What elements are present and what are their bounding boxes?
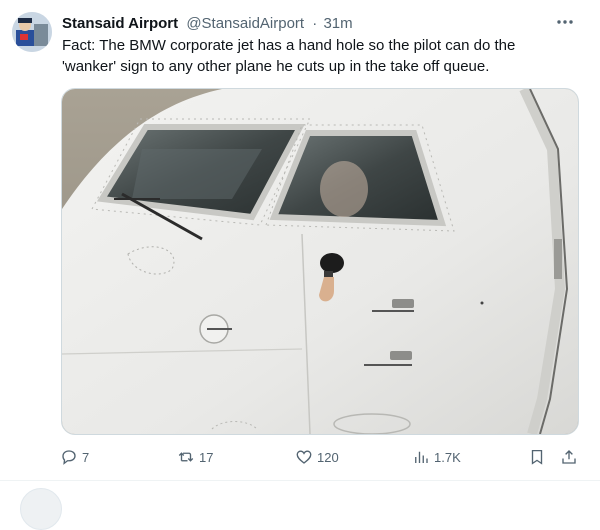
tweet-header: Stansaid Airport @StansaidAirport · 31m — [62, 13, 560, 35]
tweet-text: Fact: The BMW corporate jet has a hand h… — [62, 37, 516, 75]
timestamp[interactable]: 31m — [323, 15, 352, 32]
share-button[interactable] — [560, 446, 578, 468]
heart-icon — [296, 450, 312, 464]
tweet-actions: 7 17 120 1.7K — [60, 446, 582, 468]
display-name[interactable]: Stansaid Airport — [62, 15, 178, 32]
reply-button[interactable]: 7 — [60, 446, 89, 468]
share-icon — [562, 450, 576, 464]
next-tweet-avatar[interactable] — [20, 488, 62, 530]
retweet-count: 17 — [199, 449, 214, 465]
more-horizontal-icon — [557, 20, 573, 24]
avatar-image — [12, 12, 52, 52]
tweet-media[interactable] — [61, 88, 579, 435]
bookmark-icon — [531, 449, 543, 465]
retweet-icon — [178, 452, 194, 462]
views-count: 1.7K — [434, 449, 461, 465]
like-button[interactable]: 120 — [295, 446, 339, 468]
avatar[interactable] — [12, 12, 52, 52]
reply-count: 7 — [82, 449, 90, 465]
handle[interactable]: @StansaidAirport — [186, 15, 304, 32]
aircraft-cockpit-photo — [62, 89, 578, 434]
views-icon — [415, 451, 428, 463]
bookmark-button[interactable] — [528, 446, 546, 468]
more-options-button[interactable] — [552, 12, 578, 36]
tweet-card[interactable]: Stansaid Airport @StansaidAirport · 31m … — [0, 0, 600, 480]
like-count: 120 — [317, 449, 339, 465]
time-separator: · — [312, 15, 318, 32]
feed-divider — [0, 480, 600, 481]
reply-icon — [62, 450, 76, 465]
retweet-button[interactable]: 17 — [177, 446, 213, 468]
views-button[interactable]: 1.7K — [412, 446, 461, 468]
